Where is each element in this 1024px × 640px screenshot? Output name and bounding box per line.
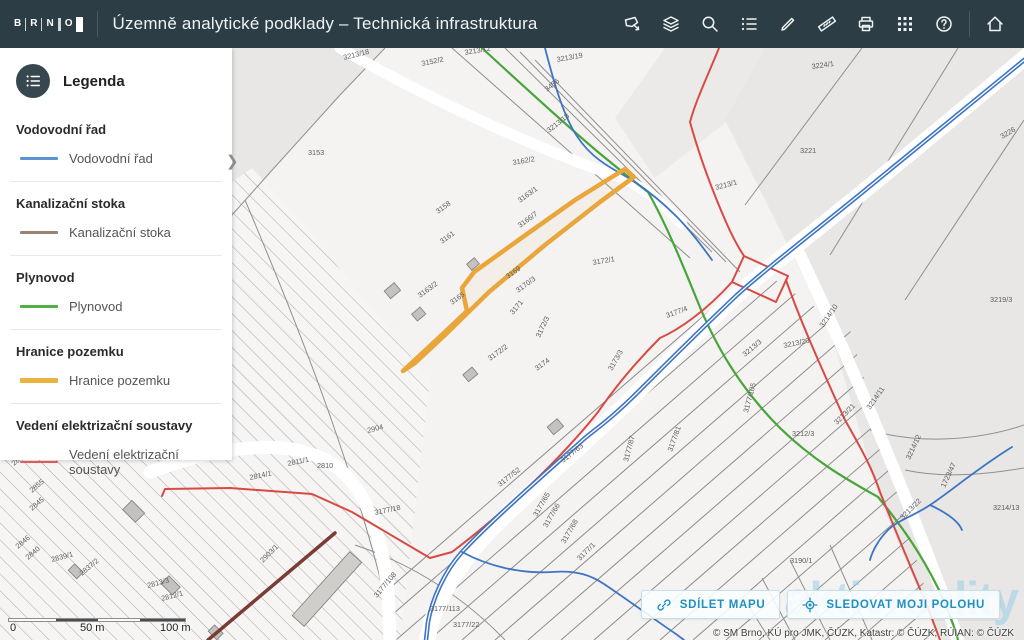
legend-item-gas: Plynovod (20, 299, 216, 314)
layers-icon (661, 14, 681, 34)
svg-text:3174: 3174 (533, 356, 551, 373)
svg-text:3213/12: 3213/12 (464, 48, 492, 57)
svg-text:3172/2: 3172/2 (486, 342, 509, 362)
legend-item-water: Vodovodní řad (20, 151, 216, 166)
top-bar: B R N O Územně analytické podklady – Tec… (0, 0, 1024, 48)
layers-button[interactable] (656, 9, 686, 39)
svg-text:2810: 2810 (317, 461, 333, 470)
select-area-button[interactable] (617, 9, 647, 39)
measure-button[interactable] (812, 9, 842, 39)
help-button[interactable] (929, 9, 959, 39)
parcel-boundary-swatch (20, 378, 58, 383)
home-button[interactable] (980, 9, 1010, 39)
svg-text:3221: 3221 (800, 146, 816, 155)
legend-item-sewer: Kanalizační stoka (20, 225, 216, 240)
scale-bar: 0 50 m 100 m (8, 618, 198, 635)
svg-text:3177/4: 3177/4 (665, 304, 689, 320)
share-link-icon (656, 597, 672, 613)
legend-list-button[interactable] (734, 9, 764, 39)
printer-icon (856, 14, 876, 34)
svg-text:3177/22: 3177/22 (453, 620, 479, 629)
svg-text:3213/19: 3213/19 (556, 51, 584, 64)
legend-title: Legenda (63, 73, 125, 90)
follow-location-button[interactable]: SLEDOVAT MOJI POLOHU (787, 590, 1000, 619)
gas-line-swatch (20, 305, 58, 308)
legend-toggle-button[interactable] (16, 64, 50, 98)
brno-logo[interactable]: B R N O (14, 17, 83, 32)
search-icon (700, 14, 720, 34)
svg-text:3161: 3161 (438, 229, 456, 246)
legend-heading-sewer: Kanalizační stoka (16, 196, 216, 211)
draw-button[interactable] (773, 9, 803, 39)
sewer-line-swatch (20, 231, 58, 234)
svg-text:3173/3: 3173/3 (606, 348, 625, 372)
water-line-swatch (20, 157, 58, 160)
list-icon (739, 14, 759, 34)
scale-label-0: 0 (10, 622, 16, 634)
svg-text:3162/2: 3162/2 (512, 154, 536, 167)
legend-collapse-chevron[interactable]: ❯ (226, 152, 239, 170)
svg-text:3213/3: 3213/3 (741, 337, 764, 358)
svg-text:3170/3: 3170/3 (514, 274, 537, 294)
svg-text:3213/20: 3213/20 (783, 336, 811, 350)
follow-location-label: SLEDOVAT MOJI POLOHU (826, 599, 985, 611)
share-map-button[interactable]: SDÍLET MAPU (641, 590, 781, 619)
scale-label-100: 100 m (160, 622, 191, 634)
svg-text:3213/1: 3213/1 (714, 177, 738, 191)
svg-text:3171: 3171 (508, 298, 525, 316)
svg-text:3214/13: 3214/13 (993, 503, 1019, 512)
home-icon (985, 14, 1005, 34)
legend-heading-gas: Plynovod (16, 270, 216, 285)
legend-heading-parcel: Hranice pozemku (16, 344, 216, 359)
svg-text:3163/1: 3163/1 (516, 184, 539, 204)
pencil-icon (778, 14, 798, 34)
svg-text:3172/3: 3172/3 (534, 315, 552, 339)
legend-list-icon (24, 72, 42, 90)
svg-text:3177/1: 3177/1 (575, 540, 597, 562)
search-button[interactable] (695, 9, 725, 39)
scale-label-50: 50 m (80, 622, 104, 634)
legend-heading-electric: Vedení elektrizační soustavy (16, 418, 216, 433)
page-title: Územně analytické podklady – Technická i… (112, 14, 537, 34)
svg-text:3177/81: 3177/81 (665, 425, 682, 453)
svg-text:3152/2: 3152/2 (421, 55, 445, 68)
legend-heading-water: Vodovodní řad (16, 122, 216, 137)
svg-text:3158: 3158 (434, 199, 452, 216)
ruler-icon (817, 14, 837, 34)
map-attribution: © SM Brno, KÚ pro JMK, ČÚZK, Katastr: © … (713, 628, 1014, 639)
svg-text:3153: 3153 (308, 148, 324, 157)
svg-text:3212/3: 3212/3 (792, 429, 814, 438)
help-icon (934, 14, 954, 34)
legend-item-electric: Vedení elektrizační soustavy (20, 447, 216, 477)
electric-line-swatch (20, 461, 58, 463)
locate-icon (802, 597, 818, 613)
svg-text:3219/3: 3219/3 (990, 295, 1012, 304)
svg-text:3190/1: 3190/1 (790, 556, 812, 565)
svg-text:3163/2: 3163/2 (416, 279, 439, 299)
svg-text:3177/87: 3177/87 (621, 435, 637, 463)
svg-text:3172/1: 3172/1 (592, 254, 616, 267)
print-button[interactable] (851, 9, 881, 39)
legend-panel: Legenda Vodovodní řad Vodovodní řad Kana… (0, 48, 232, 460)
svg-text:3213/18: 3213/18 (545, 111, 571, 134)
svg-text:3177/113: 3177/113 (430, 604, 460, 613)
apps-grid-button[interactable] (890, 9, 920, 39)
legend-item-parcel: Hranice pozemku (20, 373, 216, 388)
apps-grid-icon (895, 14, 915, 34)
select-area-icon (622, 14, 642, 34)
share-map-label: SDÍLET MAPU (680, 599, 766, 611)
